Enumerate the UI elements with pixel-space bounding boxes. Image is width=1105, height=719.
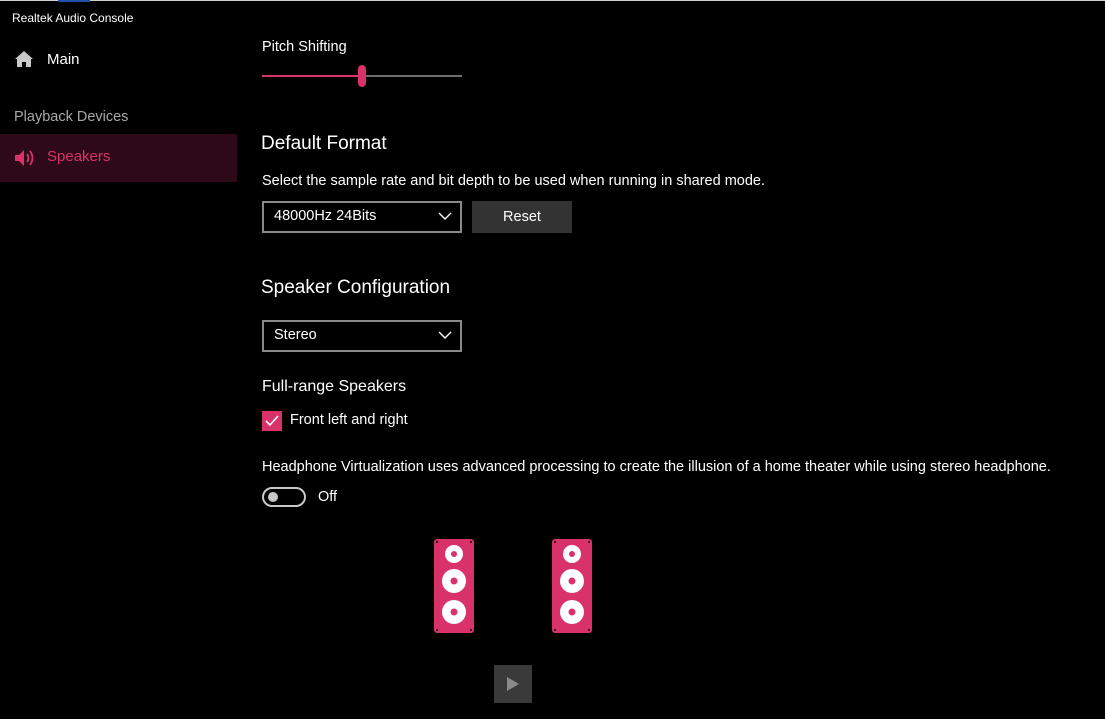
- slider-fill: [262, 75, 362, 77]
- front-right-speaker-icon[interactable]: [552, 539, 592, 633]
- speaker-configuration-heading: Speaker Configuration: [261, 277, 451, 298]
- app-title: Realtek Audio Console: [12, 11, 134, 25]
- checkmark-icon: [265, 415, 279, 427]
- play-test-button[interactable]: [494, 665, 532, 703]
- home-icon: [15, 51, 33, 67]
- speaker-icon: [15, 150, 34, 166]
- window-top-border: [0, 0, 1105, 1]
- pitch-shifting-slider[interactable]: [262, 64, 462, 88]
- sidebar-item-main[interactable]: Main: [0, 42, 237, 76]
- toggle-knob: [268, 492, 278, 502]
- sidebar-item-speakers[interactable]: Speakers: [0, 134, 237, 182]
- front-left-speaker-icon[interactable]: [434, 539, 474, 633]
- reset-button[interactable]: Reset: [472, 201, 572, 233]
- sample-rate-dropdown[interactable]: 48000Hz 24Bits: [262, 201, 462, 233]
- slider-thumb[interactable]: [358, 65, 366, 87]
- headphone-virtualization-state: Off: [318, 489, 338, 505]
- app-window: Realtek Audio Console Main Playback Devi…: [0, 0, 1105, 719]
- headphone-virtualization-description: Headphone Virtualization uses advanced p…: [262, 459, 1051, 475]
- chevron-down-icon: [438, 212, 452, 220]
- front-left-right-checkbox[interactable]: [262, 411, 282, 431]
- chevron-down-icon: [438, 331, 452, 339]
- sidebar-item-main-label: Main: [47, 51, 80, 68]
- headphone-virtualization-toggle[interactable]: [262, 487, 306, 507]
- front-left-right-label[interactable]: Front left and right: [290, 412, 408, 428]
- speaker-configuration-value: Stereo: [274, 327, 317, 343]
- play-icon: [507, 677, 519, 691]
- full-range-speakers-heading: Full-range Speakers: [262, 378, 407, 395]
- default-format-description: Select the sample rate and bit depth to …: [262, 173, 765, 189]
- sidebar-section-playback-devices: Playback Devices: [14, 109, 129, 125]
- sidebar-item-speakers-label: Speakers: [47, 148, 111, 165]
- window-top-accent: [58, 0, 90, 2]
- default-format-heading: Default Format: [261, 133, 387, 154]
- pitch-shifting-label: Pitch Shifting: [262, 39, 347, 55]
- speaker-configuration-dropdown[interactable]: Stereo: [262, 320, 462, 352]
- sample-rate-value: 48000Hz 24Bits: [274, 208, 377, 224]
